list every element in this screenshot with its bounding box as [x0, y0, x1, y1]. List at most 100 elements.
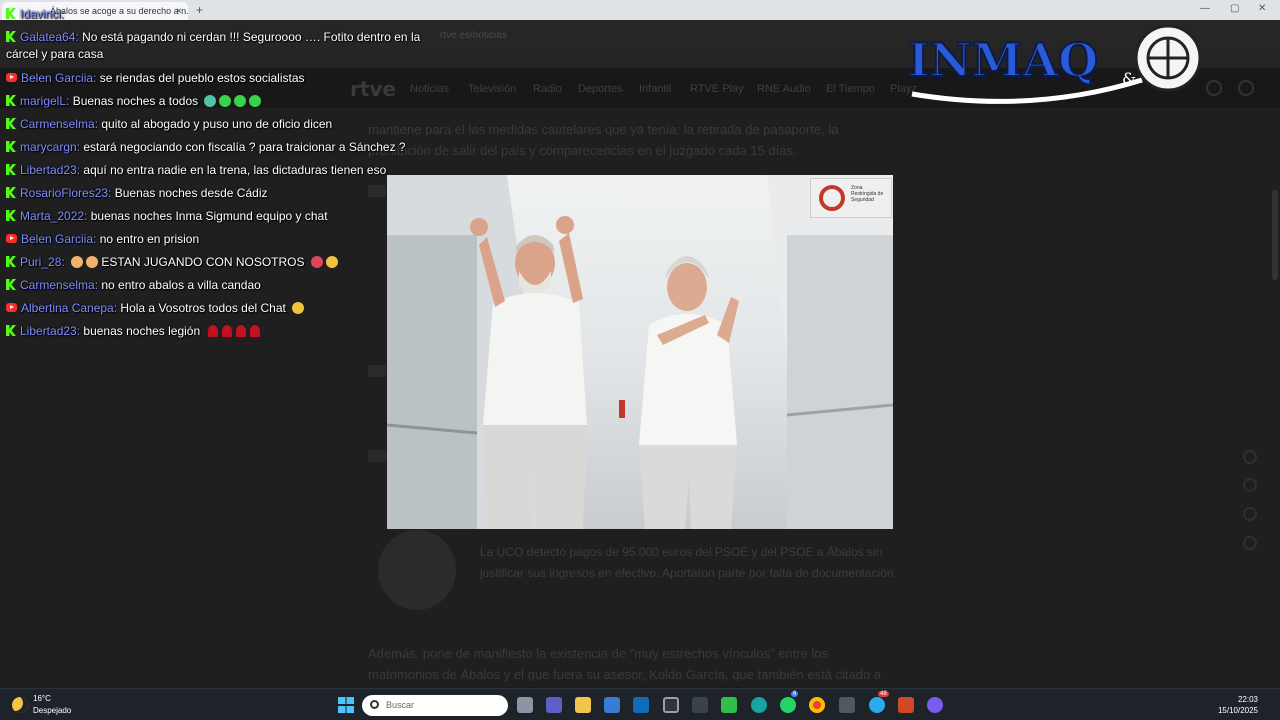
restricted-zone-sign: Zona Restringida de Seguridad: [810, 178, 892, 218]
taskbar-search[interactable]: Buscar: [362, 695, 508, 716]
clock-time[interactable]: 22:03: [1238, 695, 1258, 704]
kick-icon: [6, 187, 16, 198]
taskbar: 16°C Despejado Buscar 6 48 22:03 15/10/2…: [0, 688, 1280, 720]
chat-username: Carmenselma:: [20, 278, 99, 292]
no-entry-icon: [819, 185, 845, 211]
windows-start-icon[interactable]: [338, 697, 354, 713]
nav-television[interactable]: Televisión: [468, 83, 516, 95]
article-text-fragment: [368, 450, 386, 462]
chat-message: RosarioFlores23: Buenas noches desde Cád…: [6, 185, 446, 202]
rose-icon: [221, 325, 232, 337]
chat-username: Libertad23:: [20, 324, 81, 338]
chat-message: Galatea64: No está pagando ni cerdan !!!…: [6, 29, 446, 63]
task-view-icon[interactable]: [517, 697, 533, 713]
article-photo: Zona Restringida de Seguridad: [387, 175, 893, 529]
rose-icon: [207, 325, 218, 337]
inmaq-ampersand: &: [1122, 69, 1136, 88]
telegram-icon[interactable]: [869, 697, 885, 713]
chat-message: Carmenselma: no entro abalos a villa can…: [6, 277, 446, 294]
emote-icon: [249, 95, 262, 107]
emote-icon: [310, 256, 323, 268]
nav-rne-audio[interactable]: RNE Audio: [757, 83, 811, 95]
clock-date[interactable]: 15/10/2025: [1218, 706, 1258, 715]
sign-text: Zona Restringida de Seguridad: [851, 185, 884, 203]
chat-username: marycargn:: [20, 140, 81, 154]
nav-deportes[interactable]: Deportes: [578, 83, 623, 95]
chat-text: no entro en prision: [99, 232, 200, 246]
whatsapp-icon[interactable]: [780, 697, 796, 713]
minimize-button[interactable]: —: [1200, 3, 1210, 14]
chat-text: aquí no entra nadie en la trena, las dic…: [83, 163, 387, 177]
chat-message: Belen Garciia: se riendas del pueblo est…: [6, 70, 446, 87]
green-app-icon[interactable]: [721, 697, 737, 713]
close-window-button[interactable]: ✕: [1258, 3, 1266, 14]
kick-icon: [6, 141, 16, 152]
bookmark-icon[interactable]: [1243, 507, 1257, 521]
user-icon[interactable]: [1206, 80, 1222, 96]
shield-app-icon[interactable]: [839, 697, 855, 713]
rose-icon: [235, 325, 246, 337]
photo-scene: [387, 175, 893, 529]
edge-icon[interactable]: [751, 697, 767, 713]
nav-radio[interactable]: Radio: [533, 83, 562, 95]
chat-text: se riendas del pueblo estos socialistas: [99, 71, 305, 85]
maximize-button[interactable]: ▢: [1230, 3, 1239, 14]
chat-text: ESTAN JUGANDO CON NOSOTROS: [101, 255, 305, 269]
inmaq-logo-text: INMAQ: [908, 33, 1098, 87]
chat-text: buenas noches Inma Sigmund equipo y chat: [90, 209, 328, 223]
nav-rtve-play[interactable]: RTVE Play: [690, 83, 744, 95]
related-quote[interactable]: La UCO detectó pagos de 95.000 euros del…: [480, 542, 900, 584]
share-icon[interactable]: [1243, 450, 1257, 464]
chat-username: Albertina Canepa:: [21, 301, 118, 315]
emote-icon: [219, 95, 232, 107]
chat-text: quito al abogado y puso uno de oficio di…: [101, 117, 333, 131]
chat-message: Albertina Canepa: Hola a Vosotros todos …: [6, 300, 446, 317]
kick-icon: [6, 210, 16, 221]
inmaq-logo-graphic: INMAQ &: [907, 24, 1202, 104]
store-icon[interactable]: [604, 697, 620, 713]
kick-icon: [6, 95, 16, 106]
kick-icon: [6, 118, 16, 129]
article-text-line: Además, pone de manifiesto la existencia…: [368, 646, 829, 661]
whatsapp-badge: 6: [791, 691, 799, 697]
chat-username: Carmenselma:: [20, 117, 99, 131]
chat-text: Buenas noches a todos: [72, 94, 199, 108]
app-icon[interactable]: [692, 697, 708, 713]
outlook-icon[interactable]: [633, 697, 649, 713]
chat-message: Libertad23: buenas noches legión: [6, 323, 446, 340]
chat-username: Libertad23:: [20, 163, 81, 177]
nav-infantil[interactable]: Infantil: [639, 83, 671, 95]
teams-icon[interactable]: [546, 697, 562, 713]
copilot-icon[interactable]: [663, 697, 679, 713]
comment-icon[interactable]: [1243, 478, 1257, 492]
kick-icon: [6, 164, 16, 175]
rose-icon: [249, 325, 260, 337]
chat-username: Belen Garciia:: [21, 71, 97, 85]
chat-text: no entro abalos a villa candao: [101, 278, 261, 292]
chat-username: Galatea64:: [20, 30, 79, 44]
chrome-icon[interactable]: [809, 697, 825, 713]
moon-icon[interactable]: [12, 697, 28, 713]
search-icon[interactable]: [1238, 80, 1254, 96]
chat-text: buenas noches legión: [83, 324, 201, 338]
page-scrollbar[interactable]: [1272, 190, 1278, 280]
powerpoint-icon[interactable]: [898, 697, 914, 713]
file-explorer-icon[interactable]: [575, 697, 591, 713]
weather-description[interactable]: Despejado: [33, 706, 71, 715]
chat-message: marigelL: Buenas noches a todos: [6, 93, 446, 110]
weather-temperature[interactable]: 16°C: [33, 694, 51, 703]
emote-icon: [86, 256, 99, 268]
chat-message: Belen Garciia: no entro en prision: [6, 231, 446, 248]
kick-icon: [6, 325, 16, 336]
article-text-fragment: [368, 365, 386, 377]
chat-text: Buenas noches desde Cádiz: [114, 186, 268, 200]
youtube-icon: [6, 73, 17, 82]
telegram-badge: 48: [878, 691, 889, 697]
live-chat-overlay: Idavinci: Galatea64: No está pagando ni …: [0, 0, 460, 356]
more-icon[interactable]: [1243, 536, 1257, 550]
obs-icon[interactable]: [927, 697, 943, 713]
chat-message: Idavinci:: [6, 6, 446, 23]
inmaq-logo: INMAQ &: [902, 24, 1204, 106]
chat-message: Carmenselma: quito al abogado y puso uno…: [6, 116, 446, 133]
nav-el-tiempo[interactable]: El Tiempo: [826, 83, 875, 95]
